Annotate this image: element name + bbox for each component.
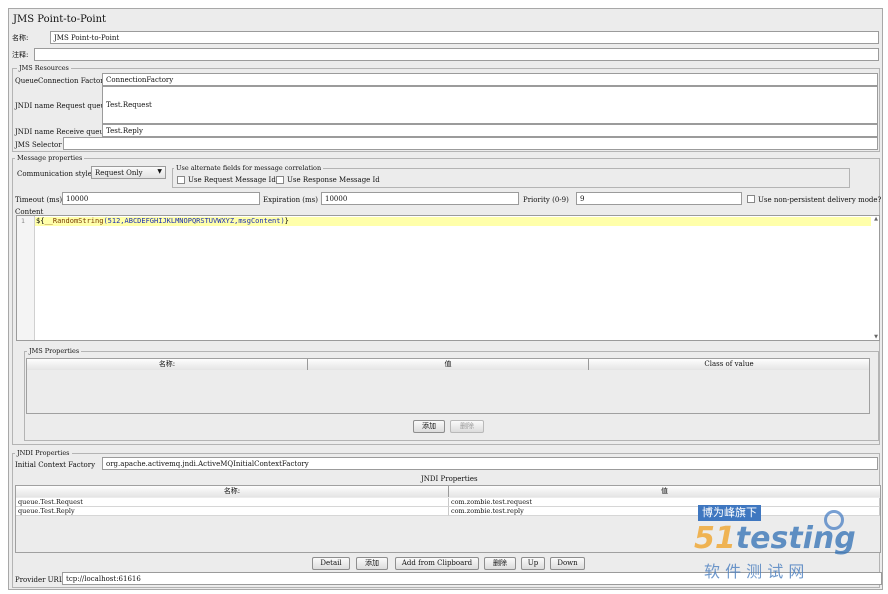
qcf-label: QueueConnection Factory — [15, 77, 108, 85]
non-persistent-label: Use non-persistent delivery mode? — [758, 196, 882, 204]
jms-col-value[interactable]: 值 — [308, 359, 589, 370]
jndi-table-title: JNDI Properties — [421, 475, 478, 483]
editor-gutter — [17, 216, 35, 340]
use-response-id-label: Use Response Message Id — [287, 176, 380, 184]
jndi-delete-button[interactable]: 删除 — [484, 557, 516, 570]
table-row-1-name[interactable]: queue.Test.Request — [16, 498, 449, 507]
communication-style-value: Request Only — [95, 169, 143, 177]
down-button[interactable]: Down — [550, 557, 585, 570]
qcf-field[interactable]: ConnectionFactory — [102, 73, 878, 86]
jms-properties-legend: JMS Properties — [27, 347, 82, 355]
jms-add-button[interactable]: 添加 — [413, 420, 445, 433]
jndi-col-name[interactable]: 名称: — [16, 486, 449, 497]
detail-button[interactable]: Detail — [312, 557, 350, 570]
jms-resources-legend: JMS Resources — [17, 64, 71, 72]
request-queue-label: JNDI name Request queue — [15, 102, 110, 110]
use-request-id-label: Use Request Message Id — [188, 176, 276, 184]
jndi-col-value[interactable]: 值 — [449, 486, 880, 497]
use-request-id-checkbox[interactable] — [177, 176, 185, 184]
table-row-2-name[interactable]: queue.Test.Reply — [16, 507, 449, 516]
chevron-down-icon: ▼ — [157, 168, 162, 175]
expiration-label: Expiration (ms) — [263, 196, 318, 204]
name-label: 名称: — [12, 34, 29, 42]
editor-scroll-down-icon[interactable]: ▼ — [874, 334, 878, 340]
timeout-field[interactable]: 10000 — [62, 192, 260, 205]
jms-col-name[interactable]: 名称: — [27, 359, 308, 370]
jms-col-class[interactable]: Class of value — [589, 359, 869, 370]
icf-field[interactable]: org.apache.activemq.jndi.ActiveMQInitial… — [102, 457, 878, 470]
comment-field[interactable] — [34, 48, 879, 61]
icf-label: Initial Context Factory — [15, 461, 96, 469]
jms-selector-label: JMS Selector — [15, 141, 62, 149]
name-field[interactable]: JMS Point-to-Point — [50, 31, 879, 44]
code-function: __RandomString — [44, 217, 104, 225]
jms-delete-button[interactable]: 删除 — [450, 420, 484, 433]
content-editor[interactable]: 1 ${__RandomString(512,ABCDEFGHIJKLMNOPQ… — [16, 215, 880, 341]
comment-label: 注释: — [12, 51, 29, 59]
page-title: JMS Point-to-Point — [13, 14, 107, 25]
priority-label: Priority (0-9) — [523, 196, 569, 204]
editor-line-number: 1 — [21, 217, 25, 225]
receive-queue-label: JNDI name Receive queue — [15, 128, 109, 136]
code-args: (512,ABCDEFGHIJKLMNOPQRSTUVWXYZ,msgConte… — [103, 217, 285, 225]
request-queue-field[interactable]: Test.Request — [102, 86, 878, 124]
editor-scroll-up-icon[interactable]: ▲ — [874, 216, 878, 222]
expiration-field[interactable]: 10000 — [321, 192, 519, 205]
alt-correlation-legend: Use alternate fields for message correla… — [174, 164, 324, 172]
communication-style-label: Communication style — [17, 170, 92, 178]
receive-queue-field[interactable]: Test.Reply — [102, 124, 878, 137]
watermark-brand-number: 51 — [694, 521, 736, 556]
non-persistent-checkbox[interactable] — [747, 195, 755, 203]
use-response-id-checkbox[interactable] — [276, 176, 284, 184]
up-button[interactable]: Up — [521, 557, 545, 570]
jms-selector-field[interactable] — [63, 137, 878, 150]
timeout-label: Timeout (ms) — [15, 196, 63, 204]
message-properties-legend: Message properties — [15, 154, 85, 162]
jms-properties-table: 名称: 值 Class of value — [26, 358, 870, 414]
communication-style-select[interactable]: Request Only ▼ — [91, 166, 166, 179]
watermark-slogan: 博为峰旗下 — [698, 505, 761, 521]
priority-field[interactable]: 9 — [576, 192, 742, 205]
add-from-clipboard-button[interactable]: Add from Clipboard — [395, 557, 479, 570]
jndi-add-button[interactable]: 添加 — [356, 557, 388, 570]
watermark-circle-icon — [824, 510, 844, 530]
code-close-brace: } — [284, 217, 289, 225]
watermark: 博为峰旗下 51testing 软 件 测 试 网 — [690, 502, 880, 592]
watermark-sub: 软 件 测 试 网 — [704, 562, 805, 581]
provider-url-label: Provider URL — [15, 576, 64, 584]
editor-code-line: ${__RandomString(512,ABCDEFGHIJKLMNOPQRS… — [36, 217, 289, 226]
jndi-properties-legend: JNDI Properties — [15, 449, 72, 457]
